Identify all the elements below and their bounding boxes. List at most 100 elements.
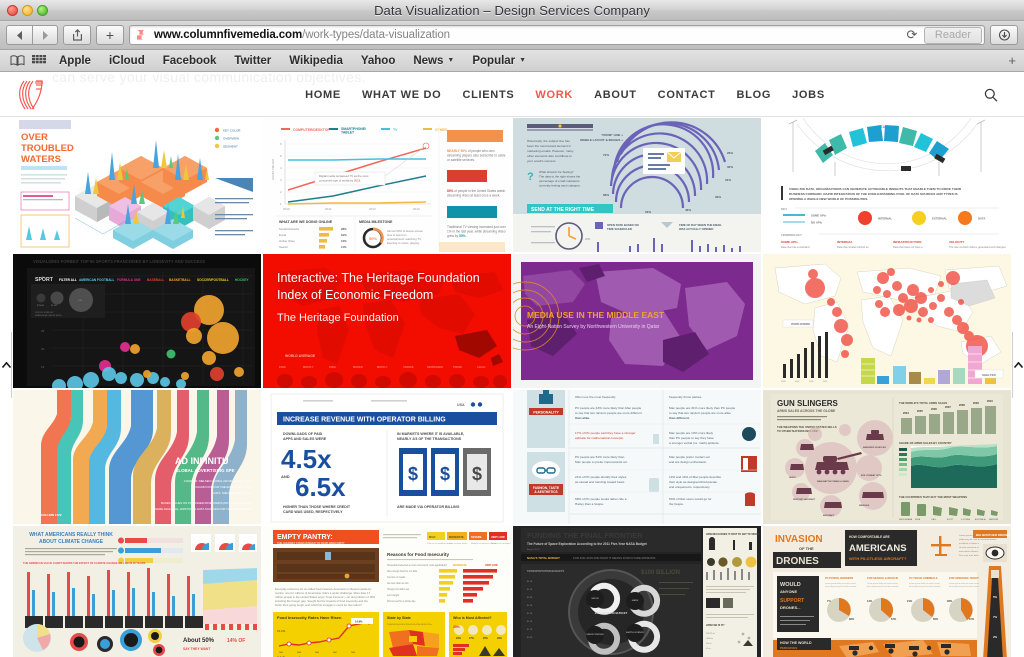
nav-jobs[interactable]: JOBS xyxy=(792,89,825,101)
svg-text:EMPTY PANTRY:: EMPTY PANTRY: xyxy=(277,534,333,541)
add-bookmark-button[interactable]: + xyxy=(1008,53,1018,68)
svg-text:DATA: NIELSEN 2013 Q1 ALL: DATA: NIELSEN 2013 Q1 ALL xyxy=(213,491,251,495)
svg-text:VISUALIZING FORBES' TOP 50 SPO: VISUALIZING FORBES' TOP 50 SPORTS FRANCH… xyxy=(33,259,205,264)
svg-text:PAKISTAN: PAKISTAN xyxy=(989,518,999,521)
column-five-logo[interactable] xyxy=(16,75,56,115)
svg-text:AUSTRALIA: AUSTRALIA xyxy=(975,518,986,521)
gallery-item-empty-pantry[interactable]: EMPTY PANTRY: THE JOURNEY FROM HUNGER TO… xyxy=(262,525,512,657)
bookmark-popular[interactable]: Popular ▼ xyxy=(463,55,535,67)
svg-text:better life's going tough, and: better life's going tough, and what firs… xyxy=(275,603,362,607)
svg-text:WORLDWIDE: WORLDWIDE xyxy=(791,322,810,326)
gallery-item-world-bubble-map[interactable]: WORLDWIDE 2005 2007 2009 2011 SHELTER xyxy=(762,253,1012,389)
minimize-window-button[interactable] xyxy=(22,5,33,16)
svg-text:67%: 67% xyxy=(969,617,975,621)
gallery-item-climate-change[interactable]: WHAT AMERICANS REALLY THINK ABOUT CLIMAT… xyxy=(12,525,262,657)
svg-text:AND: AND xyxy=(281,474,290,479)
bookmark-twitter[interactable]: Twitter xyxy=(225,55,280,67)
bookmark-icloud[interactable]: iCloud xyxy=(100,55,154,67)
svg-text:19%: 19% xyxy=(341,233,347,237)
reader-button[interactable]: Reader xyxy=(923,26,982,44)
svg-text:20: 20 xyxy=(41,347,45,351)
svg-text:WITH PILOTLESS AIRCRAFT?: WITH PILOTLESS AIRCRAFT? xyxy=(849,556,907,561)
nav-home[interactable]: HOME xyxy=(305,89,341,101)
svg-text:their style as designer/chic/u: their style as designer/chic/upscale xyxy=(669,480,717,484)
svg-text:67%: 67% xyxy=(891,617,897,621)
svg-text:35%: 35% xyxy=(453,625,460,629)
svg-text:SAY THEY WANT: SAY THEY WANT xyxy=(183,647,211,651)
nav-blog[interactable]: BLOG xyxy=(737,89,772,101)
scroll-right-chevron-icon[interactable] xyxy=(1012,335,1024,395)
svg-text:EGYPT: EGYPT xyxy=(947,519,954,521)
bookmark-facebook[interactable]: Facebook xyxy=(154,55,226,67)
svg-text:53%: 53% xyxy=(645,210,651,214)
svg-text:VERY LOW: VERY LOW xyxy=(485,564,498,567)
svg-text:254 mi: 254 mi xyxy=(706,643,712,645)
svg-text:ATK COMBAT JETS: ATK COMBAT JETS xyxy=(861,474,882,477)
svg-text:2012: 2012 xyxy=(369,207,376,211)
nav-clients[interactable]: CLIENTS xyxy=(462,89,514,101)
ghost-headline: can serve your visual communication obje… xyxy=(52,73,366,85)
svg-text:21%: 21% xyxy=(907,599,913,603)
svg-text:streaming video at least once: streaming video at least once a week. xyxy=(447,194,500,198)
svg-text:WAS ACTUALLY OPENED: WAS ACTUALLY OPENED xyxy=(679,227,713,231)
svg-text:MODERATE: MODERATE xyxy=(449,535,464,539)
main-navigation: HOME WHAT WE DO CLIENTS WORK ABOUT CONTA… xyxy=(255,89,825,101)
gallery-item-over-troubled-waters[interactable]: OVER TROUBLED WATERS KEY COLOR OVERVIEW … xyxy=(12,117,262,253)
bookmark-label: Yahoo xyxy=(360,54,396,67)
gallery-item-forbes-sports-franchises[interactable]: VISUALIZING FORBES' TOP 50 SPORTS FRANCH… xyxy=(12,253,262,389)
svg-text:$0.8B: $0.8B xyxy=(527,637,533,639)
svg-text:MAIN BATTLE TANKS & SAMS: MAIN BATTLE TANKS & SAMS xyxy=(817,480,849,483)
reload-icon[interactable]: ⟳ xyxy=(902,26,922,44)
svg-text:2011: 2011 xyxy=(325,207,332,211)
zoom-window-button[interactable] xyxy=(37,5,48,16)
bookmark-yahoo[interactable]: Yahoo xyxy=(352,55,405,67)
gallery-item-heritage-economic-freedom[interactable]: FREE MOSTLY FREE MODER. MOSTLY UNFREE REPRES… xyxy=(262,253,512,389)
sidebar-icon[interactable] xyxy=(6,55,28,66)
new-tab-button[interactable]: + xyxy=(96,25,124,45)
gallery-item-funding-final-frontier[interactable]: FUNDING THE FINAL FRONTIER The Future of… xyxy=(512,525,762,657)
svg-text:Historically, the subject line: Historically, the subject line has xyxy=(527,139,570,143)
share-button[interactable] xyxy=(63,25,91,45)
gallery-item-media-use-middle-east[interactable]: MEDIA USE IN THE MIDDLE EAST An Eight-Na… xyxy=(512,253,762,389)
nav-what-we-do[interactable]: WHAT WE DO xyxy=(362,89,442,101)
svg-text:INTERNAL: INTERNAL xyxy=(878,217,892,221)
gallery-item-ad-infinitum[interactable]: AD INFINITU GLOBAL ADVERTISING SPE CHART… xyxy=(12,389,262,525)
back-button[interactable] xyxy=(6,25,32,45)
nav-work[interactable]: WORK xyxy=(535,89,573,101)
top-sites-icon[interactable] xyxy=(28,55,50,66)
gallery-item-pc-vs-mac[interactable]: PERSONALITY FASHION, TASTE & AESTHETICS … xyxy=(512,389,762,525)
svg-text:FILTER ALL: FILTER ALL xyxy=(59,278,77,282)
gallery-item-operator-billing[interactable]: USA INCREASE REVENUE WITH OPERATOR BILLI… xyxy=(262,389,512,525)
nav-contact[interactable]: CONTACT xyxy=(658,89,716,101)
bookmark-wikipedia[interactable]: Wikipedia xyxy=(280,55,352,67)
gallery-item-invasion-of-the-drones[interactable]: INVASION OF THE DRONES HOW COMFORTABLE A… xyxy=(762,525,1012,657)
svg-text:4.5x: 4.5x xyxy=(281,444,332,474)
address-bar[interactable]: www.columnfivemedia.com/work-types/data-… xyxy=(129,25,985,45)
scroll-left-chevron-icon[interactable] xyxy=(0,335,12,395)
svg-text:and unique/retro, respectively: and unique/retro, respectively. xyxy=(669,485,710,489)
close-window-button[interactable] xyxy=(7,5,18,16)
svg-text:DOWNLOADS OF PAID: DOWNLOADS OF PAID xyxy=(283,432,323,436)
nav-about[interactable]: ABOUT xyxy=(594,89,637,101)
bookmark-apple[interactable]: Apple xyxy=(50,55,100,67)
forward-button[interactable] xyxy=(32,25,58,45)
svg-text:6.5x: 6.5x xyxy=(295,472,346,502)
bookmark-news[interactable]: News ▼ xyxy=(404,55,463,67)
svg-text:FREE: FREE xyxy=(279,365,286,369)
page-content: can serve your visual communication obje… xyxy=(0,73,1024,657)
downloads-button[interactable] xyxy=(990,25,1018,45)
svg-text:FRANCHISE VALUE (USD): FRANCHISE VALUE (USD) xyxy=(35,314,62,317)
gallery-item-big-data-apis[interactable]: TOTAL INDEX xyxy=(762,117,1012,253)
svg-text:32%: 32% xyxy=(727,165,733,169)
gallery-item-email-marketing[interactable]: Historically, the subject line has been … xyxy=(512,117,762,253)
svg-text:USING BIG DATA, ORGANIZATIONS: USING BIG DATA, ORGANIZATIONS CAN GENERA… xyxy=(789,187,962,191)
gallery-item-digital-media-consumption[interactable]: COMPUTER/DESKTOP SMARTPHONE/TABLET TV OT… xyxy=(262,117,512,253)
svg-text:Cut size of meals: Cut size of meals xyxy=(387,576,406,579)
svg-text:KEY COLOR: KEY COLOR xyxy=(223,129,241,133)
gallery-item-gun-slingers[interactable]: GUN SLINGERS ARMS SALES ACROSS THE GLOBE… xyxy=(762,389,1012,525)
svg-text:$: $ xyxy=(408,464,418,484)
search-icon[interactable] xyxy=(984,88,998,102)
svg-text:HOW FAR IS IT?: HOW FAR IS IT? xyxy=(706,624,725,627)
svg-text:14% and 14% of Mac people desc: 14% and 14% of Mac people describe xyxy=(669,475,721,479)
window-title: Data Visualization – Design Services Com… xyxy=(374,2,650,18)
